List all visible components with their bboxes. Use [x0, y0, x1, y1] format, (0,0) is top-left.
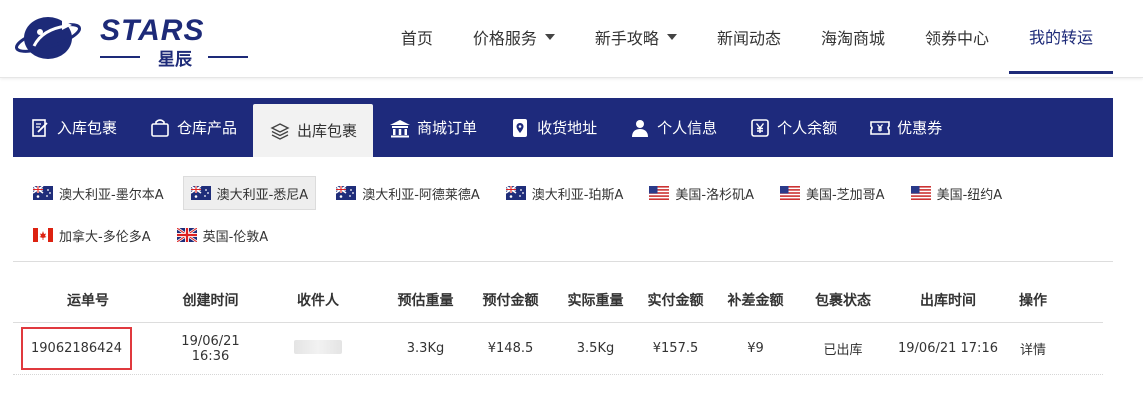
australia-flag-icon [33, 186, 53, 200]
col-prepaid: 预付金额 [482, 292, 539, 309]
ticket-icon [869, 117, 891, 139]
recipient-cell [258, 339, 378, 358]
status-badge: 已出库 [823, 343, 863, 358]
subnav-coupons[interactable]: 优惠券 [853, 98, 958, 157]
warehouse-tab-toronto[interactable]: 加拿大-多伦多A [13, 218, 157, 252]
col-created: 创建时间 [182, 292, 239, 309]
warehouse-tab-los-angeles[interactable]: 美国-洛杉矶A [629, 176, 760, 210]
caret-down-icon [544, 34, 555, 40]
main-nav: 首页 价格服务 新手攻略 新闻动态 海淘商城 领券中心 我的转运 [381, 0, 1113, 78]
prepaid-amount: ¥148.5 [487, 341, 534, 356]
col-diff: 补差金额 [727, 292, 784, 309]
actual-weight: 3.5Kg [576, 341, 615, 356]
nav-coupons[interactable]: 领券中心 [905, 0, 1009, 74]
details-link[interactable]: 详情 [1020, 343, 1046, 358]
subnav-outbound[interactable]: 出库包裹 [253, 104, 374, 157]
warehouse-tab-sydney[interactable]: 澳大利亚-悉尼A [182, 176, 317, 210]
col-paid: 实付金额 [647, 292, 704, 309]
paid-amount: ¥157.5 [652, 341, 699, 356]
col-recipient: 收件人 [297, 292, 339, 309]
table-header: 运单号 创建时间 收件人 预估重量 预付金额 实际重量 实付金额 补差金额 包裹… [13, 277, 1103, 323]
logo-subtitle: 星辰 [158, 50, 192, 70]
col-status: 包裹状态 [815, 292, 871, 309]
uk-flag-icon [176, 228, 197, 242]
created-time: 19/06/21 16:36 [181, 333, 240, 364]
nav-shop[interactable]: 海淘商城 [801, 0, 905, 74]
layers-icon [269, 120, 291, 142]
edit-icon [29, 117, 51, 139]
building-icon [389, 117, 411, 139]
australia-flag-icon [336, 186, 357, 200]
logo-text: STARS [100, 14, 205, 47]
stars-logo[interactable]: STARS 星辰 [12, 10, 248, 70]
nav-home[interactable]: 首页 [381, 0, 453, 74]
warehouse-tab-adelaide[interactable]: 澳大利亚-阿德莱德A [316, 176, 486, 210]
out-time: 19/06/21 17:16 [898, 341, 998, 356]
canada-flag-icon [33, 228, 53, 242]
recipient-redacted [294, 339, 342, 354]
warehouse-tab-melbourne[interactable]: 澳大利亚-墨尔本A [13, 176, 170, 210]
nav-my-forwarding[interactable]: 我的转运 [1008, 0, 1113, 74]
subnav-balance[interactable]: 个人余额 [733, 98, 853, 157]
usa-flag-icon [779, 186, 800, 200]
col-out-time: 出库时间 [920, 292, 976, 309]
caret-down-icon [666, 34, 677, 40]
nav-pricing[interactable]: 价格服务 [453, 0, 575, 74]
diff-amount: ¥9 [747, 341, 764, 356]
subnav-inbound[interactable]: 入库包裹 [13, 98, 133, 157]
warehouse-tab-chicago[interactable]: 美国-芝加哥A [760, 176, 891, 210]
australia-flag-icon [505, 186, 526, 200]
col-est-weight: 预估重量 [397, 292, 454, 309]
nav-news[interactable]: 新闻动态 [697, 0, 801, 74]
location-icon [509, 117, 531, 139]
yen-icon [749, 117, 771, 139]
nav-guide[interactable]: 新手攻略 [575, 0, 697, 74]
tracking-number[interactable]: 19062186424 [21, 327, 132, 370]
col-tracking: 运单号 [67, 292, 109, 309]
user-icon [629, 117, 651, 139]
outbound-packages-table: 运单号 创建时间 收件人 预估重量 预付金额 实际重量 实付金额 补差金额 包裹… [13, 277, 1103, 375]
usa-flag-icon [910, 186, 931, 200]
subnav-profile[interactable]: 个人信息 [613, 98, 733, 157]
usa-flag-icon [649, 186, 670, 200]
subnav-addresses[interactable]: 收货地址 [493, 98, 613, 157]
bag-icon [149, 117, 171, 139]
col-action: 操作 [1019, 292, 1047, 309]
top-header: STARS 星辰 首页 价格服务 新手攻略 新闻动态 海淘商城 领券中心 我的转… [0, 0, 1143, 78]
account-nav-bar: 入库包裹 仓库产品 出库包裹 商城订单 收货地址 个人信息 个人余额 优惠券 [13, 98, 1113, 157]
warehouse-tab-perth[interactable]: 澳大利亚-珀斯A [486, 176, 630, 210]
globe-logo-icon [14, 17, 82, 59]
warehouse-tab-london[interactable]: 英国-伦敦A [157, 218, 275, 252]
warehouse-tabs: 澳大利亚-墨尔本A 澳大利亚-悉尼A 澳大利亚-阿德莱德A 澳大利亚-珀斯A 美… [13, 176, 1113, 262]
warehouse-tab-new-york[interactable]: 美国-纽约A [891, 176, 1009, 210]
est-weight: 3.3Kg [406, 341, 445, 356]
col-actual-weight: 实际重量 [567, 292, 624, 309]
subnav-shop-orders[interactable]: 商城订单 [373, 98, 493, 157]
subnav-warehouse-products[interactable]: 仓库产品 [133, 98, 253, 157]
table-row: 19062186424 19/06/21 16:36 3.3Kg ¥148.5 … [13, 323, 1103, 375]
australia-flag-icon [190, 186, 211, 200]
